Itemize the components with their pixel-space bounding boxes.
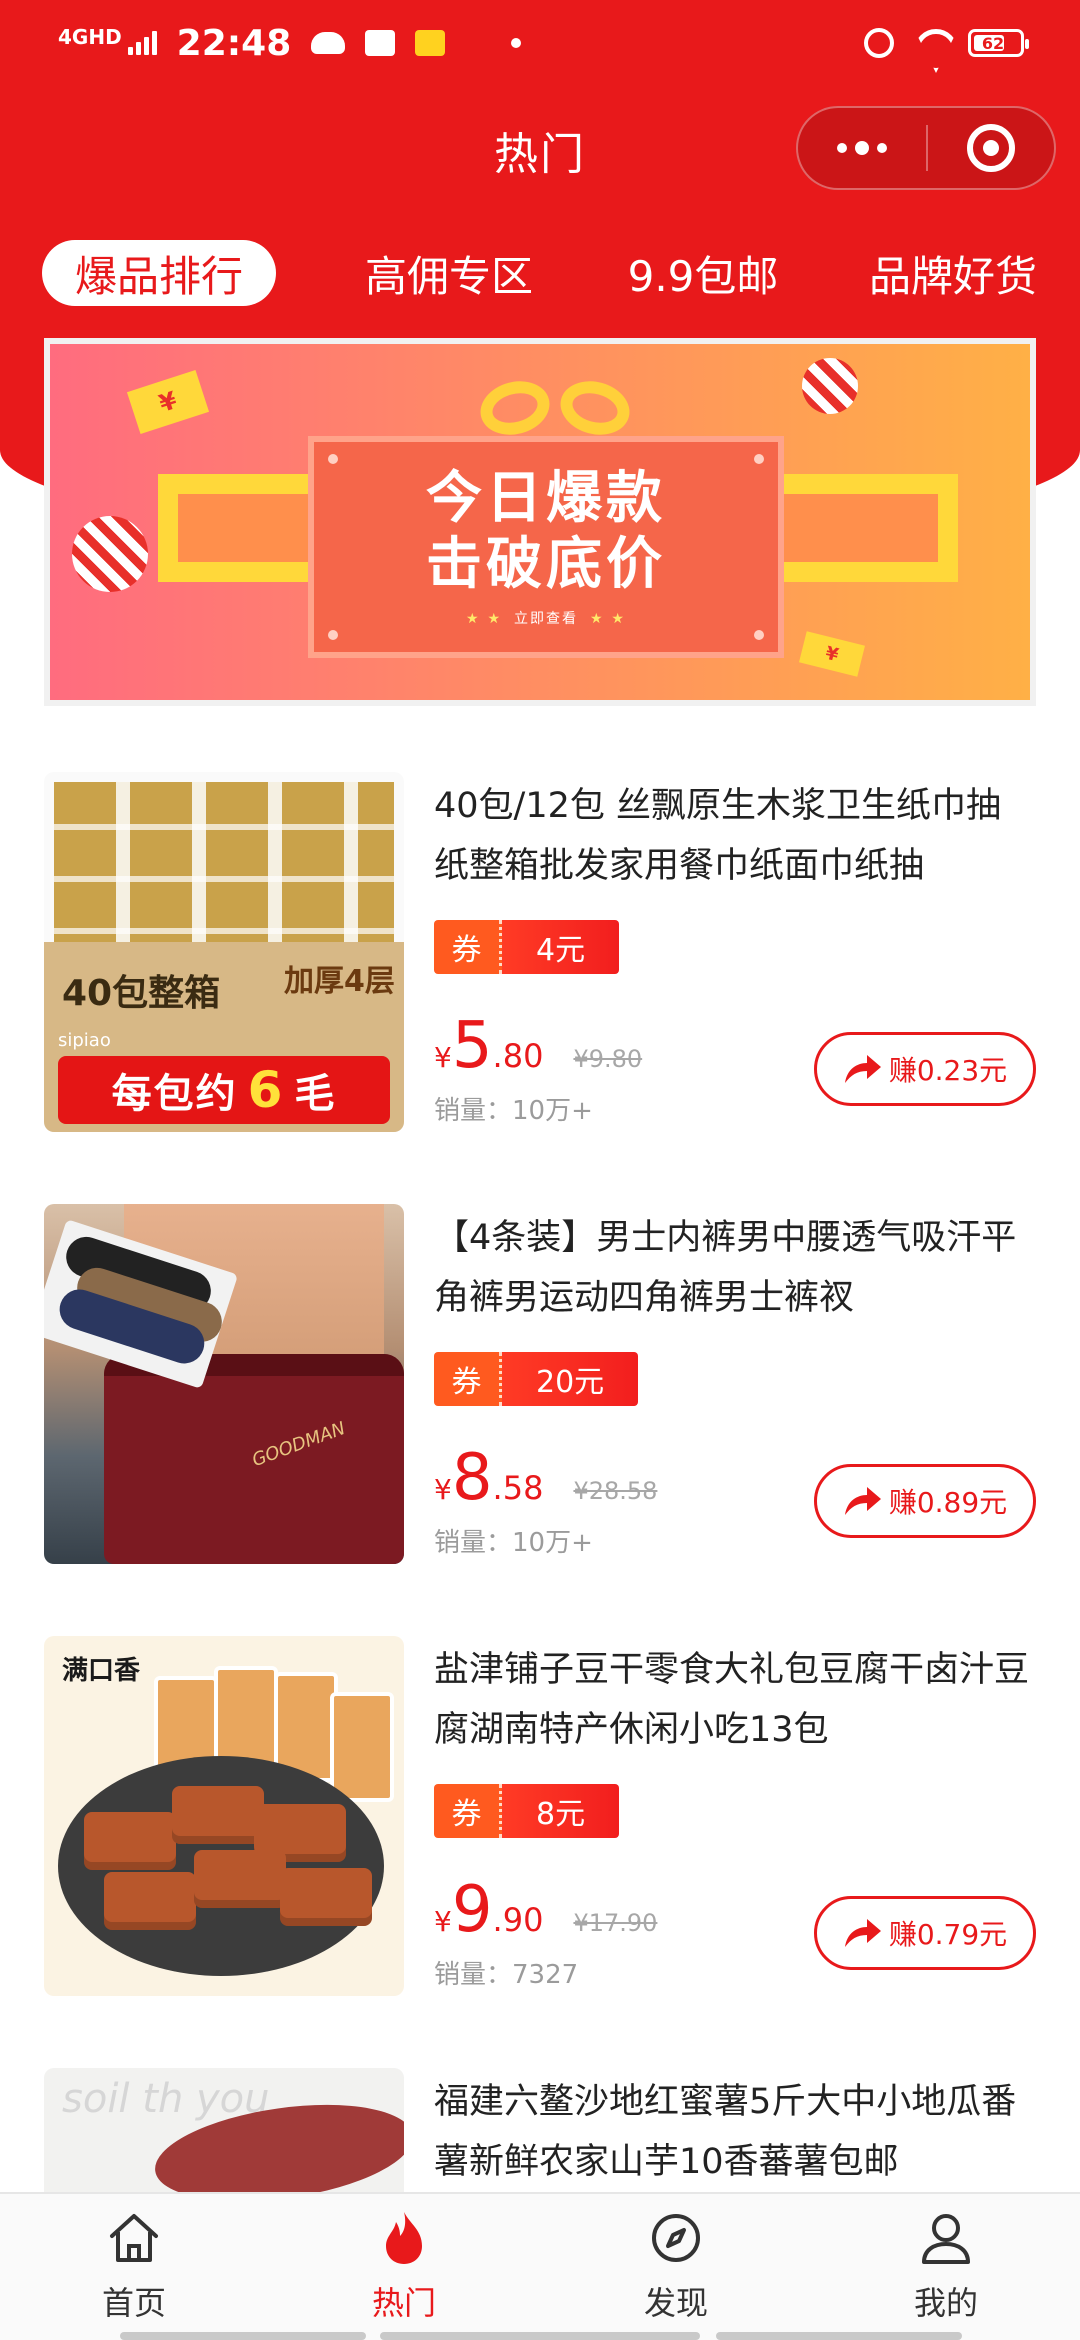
share-earn-button[interactable]: 赚0.23元 [814,1032,1036,1106]
yen-coin-icon: ¥ [799,631,865,677]
compass-icon [646,2208,706,2268]
original-price: ¥17.90 [573,1909,658,1937]
coupon-badge: 券 8元 [434,1784,620,1838]
banner-frame-right [758,474,958,582]
product-card[interactable]: GOODMAN 【4条装】男士内裤男中腰透气吸汗平角裤男运动四角裤男士裤衩 券 … [0,1204,1080,1564]
clock: 22:48 [176,22,292,64]
banner-card: 今日爆款 击破底价 ★ ★ 立即查看 ★ ★ [308,436,784,658]
network-type: 4GHD [58,25,122,49]
banner-cta: ★ ★ 立即查看 ★ ★ [466,611,626,627]
sales-count: 销量：10万+ [434,1096,593,1126]
tabbar-item-discover[interactable]: 发现 [606,2208,746,2334]
alarm-icon [864,28,894,58]
signal-icon [127,31,157,55]
striped-ball-icon [72,516,148,592]
tab-free-shipping[interactable]: 9.9包邮 [618,240,788,306]
product-title[interactable]: 福建六鳌沙地红蜜薯5斤大中小地瓜番薯新鲜农家山芋10香蕃薯包邮 [434,2072,1034,2192]
status-bar: 4GHD 22:48 62 [0,0,1080,86]
flame-icon [374,2208,434,2268]
coupon-badge: 券 20元 [434,1352,639,1406]
banner-headline-2: 击破底价 [426,532,666,597]
product-image[interactable]: 满口香 [44,1636,404,1996]
gift-bow-left [474,373,556,443]
share-arrow-icon [844,1487,881,1515]
product-image[interactable]: 40包整箱 加厚4层 sipiao 每包约 6 毛 [44,772,404,1132]
battery-level: 62 [981,33,1005,53]
price: ¥ 9 .90 ¥17.90 [434,1873,658,1947]
page: 4GHD 22:48 62 热门 爆品排行 高佣专区 9.9包邮 品牌好货 今日… [0,0,1080,2340]
share-arrow-icon [844,1919,881,1947]
home-indicator [120,2332,366,2340]
tab-hot-ranking[interactable]: 爆品排行 [42,240,276,306]
price: ¥ 5 .80 ¥9.80 [434,1009,643,1083]
sales-count: 销量：7327 [434,1960,579,1990]
tab-brand-goods[interactable]: 品牌好货 [858,240,1048,306]
coupon-badge: 券 4元 [434,920,620,974]
tabbar-item-home[interactable]: 首页 [64,2208,204,2334]
notification-dot-icon [511,38,522,48]
close-miniprogram-icon[interactable] [928,124,1054,172]
sales-count: 销量：10万+ [434,1528,593,1558]
home-indicator [380,2332,700,2340]
product-title[interactable]: 40包/12包 丝飘原生木浆卫生纸巾抽纸整箱批发家用餐巾纸面巾纸抽 [434,776,1034,896]
mail-icon [415,30,446,56]
home-icon [104,2208,164,2268]
promo-banner[interactable]: 今日爆款 击破底价 ★ ★ 立即查看 ★ ★ ¥ ¥ [44,338,1036,706]
share-arrow-icon [844,1055,881,1083]
original-price: ¥9.80 [573,1045,643,1073]
product-card[interactable]: 40包整箱 加厚4层 sipiao 每包约 6 毛 40包/12包 丝飘原生木浆… [0,772,1080,1132]
product-image[interactable]: GOODMAN [44,1204,404,1564]
home-indicator [716,2332,962,2340]
product-card[interactable]: 满口香 盐津铺子豆干零食大礼包豆腐干卤汁豆腐湖南特产休闲小吃13包 券 8元 ¥… [0,1636,1080,1996]
product-title[interactable]: 盐津铺子豆干零食大礼包豆腐干卤汁豆腐湖南特产休闲小吃13包 [434,1640,1034,1760]
product-title[interactable]: 【4条装】男士内裤男中腰透气吸汗平角裤男运动四角裤男士裤衩 [434,1208,1034,1328]
price: ¥ 8 .58 ¥28.58 [434,1441,658,1515]
tabbar-item-hot[interactable]: 热门 [334,2208,474,2334]
striped-ball-icon [802,358,858,414]
wifi-icon [914,29,948,57]
share-earn-button[interactable]: 赚0.79元 [814,1896,1036,1970]
user-icon [916,2208,976,2268]
more-icon[interactable] [798,141,926,155]
category-tabs: 爆品排行 高佣专区 9.9包邮 品牌好货 [0,240,1080,310]
gift-bow-right [554,373,636,443]
tab-high-commission[interactable]: 高佣专区 [356,240,542,306]
tabbar-item-mine[interactable]: 我的 [876,2208,1016,2334]
original-price: ¥28.58 [573,1477,658,1505]
miniprogram-capsule [796,106,1056,190]
yen-coin-icon: ¥ [126,369,210,435]
banner-headline-1: 今日爆款 [426,466,666,531]
app-notification-icon [365,30,396,56]
share-earn-button[interactable]: 赚0.89元 [814,1464,1036,1538]
cloud-icon [311,32,346,54]
bottom-tab-bar: 首页 热门 发现 我的 [0,2192,1080,2340]
battery-icon: 62 [968,29,1029,57]
